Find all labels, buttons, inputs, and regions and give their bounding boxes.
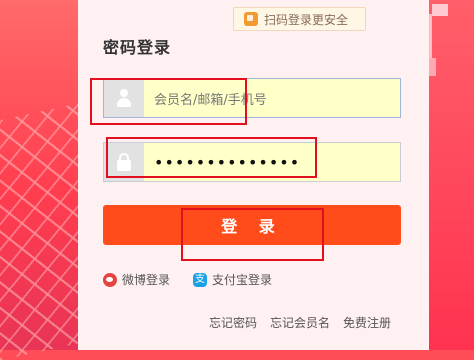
alipay-login-label: 支付宝登录	[212, 273, 273, 287]
alipay-icon: 支	[193, 272, 207, 287]
pixel-decoration	[432, 4, 448, 16]
weibo-login-label: 微博登录	[122, 273, 171, 287]
shield-icon	[244, 12, 258, 26]
annotation-box-username	[90, 78, 247, 125]
alipay-login-link[interactable]: 支 支付宝登录	[193, 271, 272, 288]
annotation-box-login	[181, 208, 324, 261]
weibo-icon	[103, 272, 117, 287]
annotation-box-password	[106, 137, 317, 178]
page-title: 密码登录	[103, 38, 172, 57]
forgot-member-link[interactable]: 忘记会员名	[270, 314, 330, 331]
qr-tip-text: 扫码登录更安全	[264, 12, 349, 27]
qr-login-tip[interactable]: 扫码登录更安全	[233, 7, 366, 31]
weibo-login-link[interactable]: 微博登录	[103, 271, 170, 288]
forgot-password-link[interactable]: 忘记密码	[209, 314, 257, 331]
register-link[interactable]: 免费注册	[343, 314, 391, 331]
